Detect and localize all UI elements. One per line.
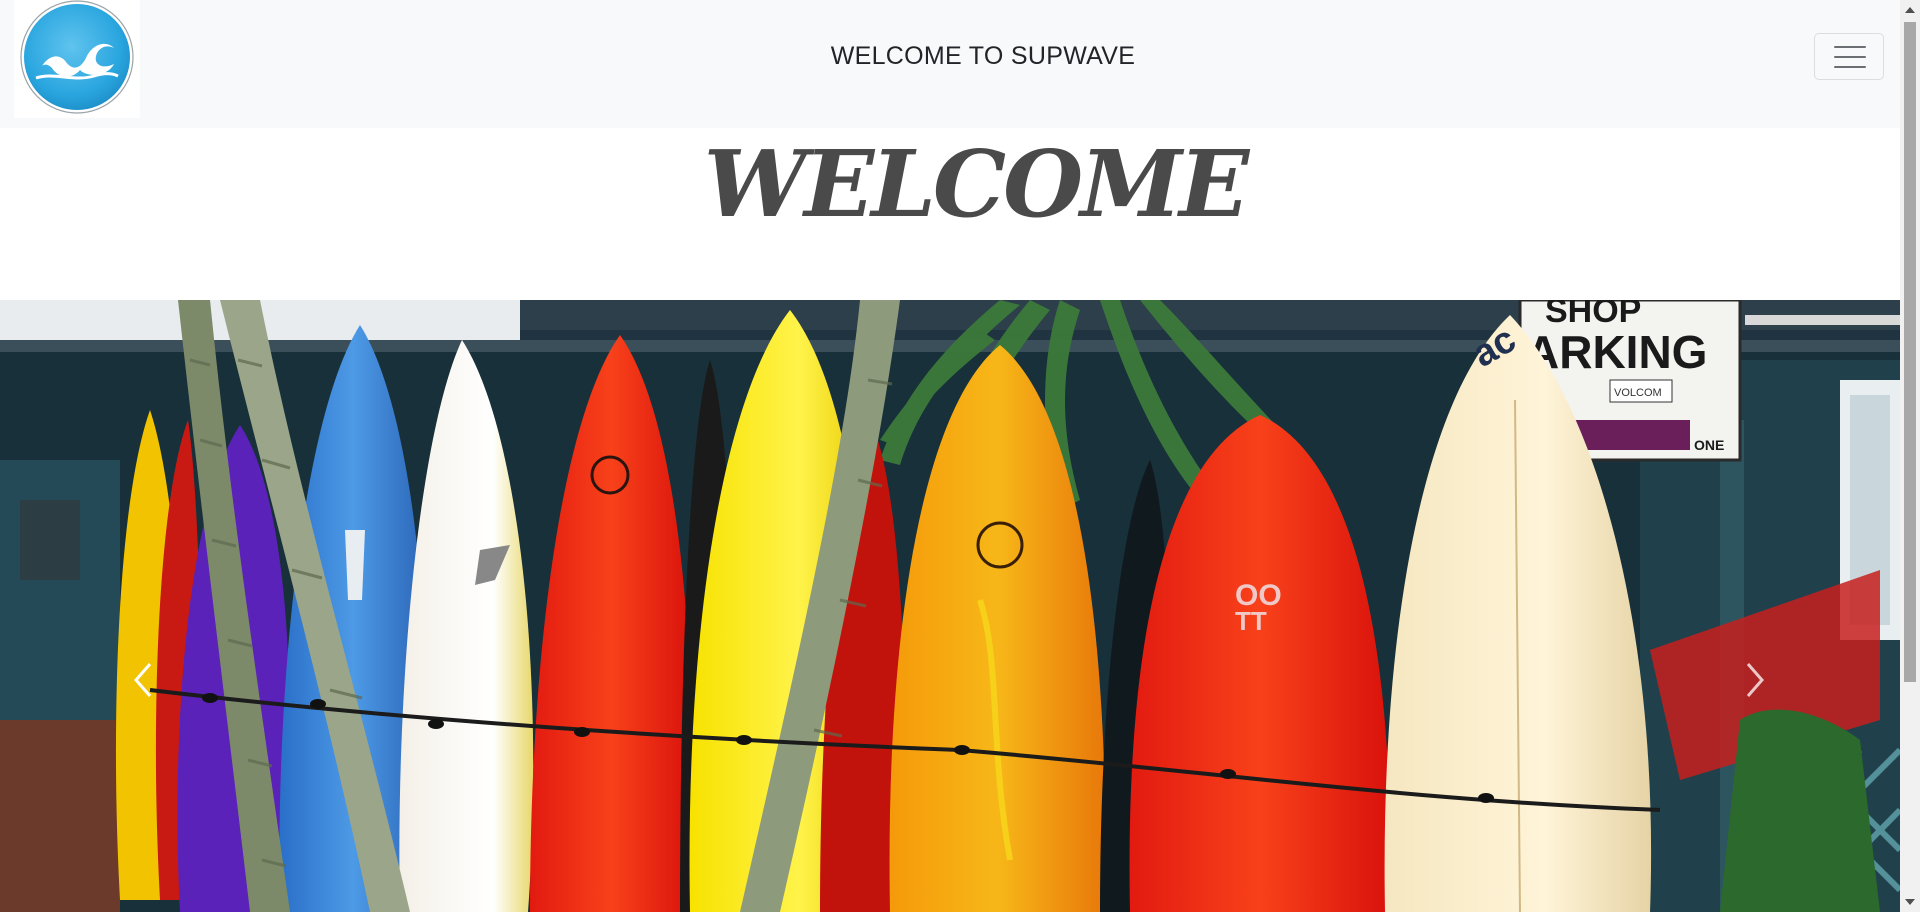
surfboards-photo: SHOP ARKING VOLCOM ONE OO TT ac	[0, 300, 1900, 912]
svg-text:VOLCOM: VOLCOM	[1614, 387, 1662, 399]
page: WELCOME TO SUPWAVE WELCOME SHOP ARKING V…	[0, 0, 1920, 912]
welcome-heading: WELCOME	[703, 130, 1249, 238]
hamburger-menu-icon	[1834, 46, 1866, 48]
hero-carousel: SHOP ARKING VOLCOM ONE OO TT ac	[0, 300, 1900, 912]
navbar: WELCOME TO SUPWAVE	[0, 0, 1900, 128]
svg-text:ONE: ONE	[1694, 437, 1724, 453]
sign-parking-text: ARKING	[1526, 326, 1707, 378]
chevron-left-icon	[134, 663, 152, 697]
scroll-thumb[interactable]	[1904, 22, 1916, 682]
page-scrollbar[interactable]	[1900, 0, 1920, 912]
hamburger-menu-icon-bar	[1834, 56, 1866, 58]
scroll-down-arrow-icon[interactable]	[1900, 894, 1920, 910]
navbar-toggler-button[interactable]	[1814, 33, 1884, 80]
svg-text:TT: TT	[1235, 606, 1267, 636]
scroll-up-arrow-icon[interactable]	[1900, 2, 1920, 18]
site-title: WELCOME TO SUPWAVE	[830, 42, 1136, 70]
viewport: WELCOME TO SUPWAVE WELCOME SHOP ARKING V…	[0, 0, 1900, 912]
chevron-right-icon	[1746, 663, 1764, 697]
hamburger-menu-icon-bar	[1834, 66, 1866, 68]
carousel-prev-button[interactable]	[112, 640, 172, 720]
carousel-next-button[interactable]	[1726, 640, 1786, 720]
